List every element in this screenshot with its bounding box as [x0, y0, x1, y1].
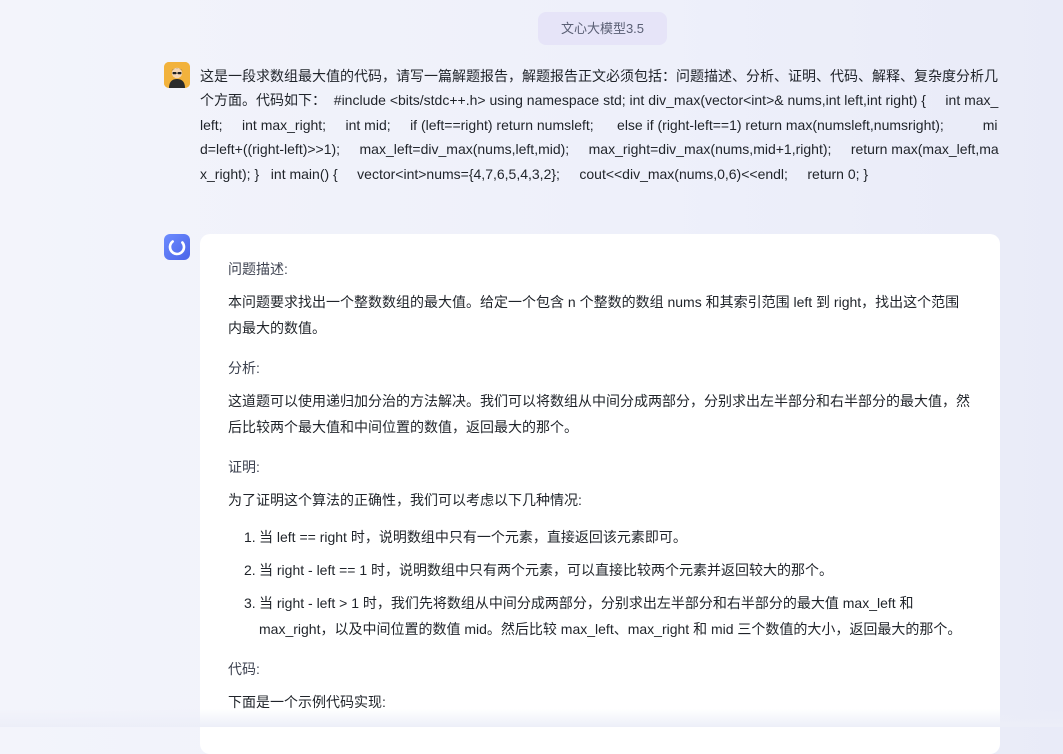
list-item-text: 当 right - left == 1 时，说明数组中只有两个元素，可以直接比较… [259, 562, 834, 578]
list-item-number: 1. [244, 529, 256, 545]
proof-steps-list: 1. 当 left == right 时，说明数组中只有一个元素，直接返回该元素… [228, 524, 972, 642]
problem-heading: 问题描述: [228, 261, 288, 277]
list-item-text: 当 right - left > 1 时，我们先将数组从中间分成两部分，分别求出… [259, 595, 962, 637]
user-avatar-graphic [164, 62, 190, 88]
list-item: 3. 当 right - left > 1 时，我们先将数组从中间分成两部分，分… [244, 590, 972, 642]
list-item: 2. 当 right - left == 1 时，说明数组中只有两个元素，可以直… [244, 557, 972, 583]
list-item-number: 3. [244, 595, 256, 611]
analysis-text: 这道题可以使用递归加分治的方法解决。我们可以将数组从中间分成两部分，分别求出左半… [228, 393, 970, 435]
ernie-bot-icon [164, 234, 190, 260]
problem-text: 本问题要求找出一个整数数组的最大值。给定一个包含 n 个整数的数组 nums 和… [228, 294, 960, 336]
list-item-number: 2. [244, 562, 256, 578]
user-message: 这是一段求数组最大值的代码，请写一篇解题报告，解题报告正文必须包括：问题描述、分… [200, 68, 999, 182]
bot-reply-card: 问题描述: 本问题要求找出一个整数数组的最大值。给定一个包含 n 个整数的数组 … [200, 234, 1000, 754]
bot-avatar-graphic [168, 238, 186, 256]
analysis-heading: 分析: [228, 360, 260, 376]
proof-text: 为了证明这个算法的正确性，我们可以考虑以下几种情况: [228, 492, 582, 508]
bottom-fade [0, 709, 1063, 727]
list-item: 1. 当 left == right 时，说明数组中只有一个元素，直接返回该元素… [244, 524, 972, 550]
model-name-badge[interactable]: 文心大模型3.5 [538, 12, 667, 45]
list-item-text: 当 left == right 时，说明数组中只有一个元素，直接返回该元素即可。 [259, 529, 687, 545]
code-heading: 代码: [228, 661, 260, 677]
user-avatar-icon [164, 62, 190, 88]
proof-heading: 证明: [228, 459, 260, 475]
